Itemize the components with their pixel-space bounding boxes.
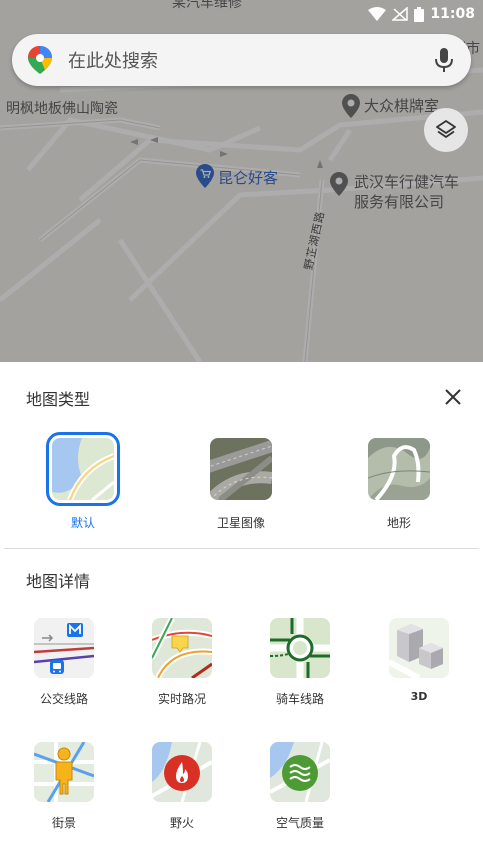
wildfire-icon	[152, 742, 212, 802]
layers-button[interactable]	[424, 108, 468, 152]
map-type-terrain-label: 地形	[386, 516, 411, 530]
detail-transit-label: 公交线路	[39, 692, 88, 706]
detail-wildfire-label: 野火	[169, 816, 194, 830]
signal-off-icon	[392, 7, 409, 21]
3d-buildings-icon	[389, 618, 449, 678]
sheet-divider	[4, 548, 479, 549]
detail-wildfire[interactable]: 野火	[132, 742, 232, 831]
map-type-satellite[interactable]: 卫星图像	[191, 438, 291, 531]
map-type-satellite-label: 卫星图像	[216, 516, 265, 530]
layers-icon	[436, 120, 456, 138]
detail-street-view[interactable]: 街景	[14, 742, 114, 831]
status-bar: 11:08	[368, 4, 475, 24]
detail-air-quality[interactable]: 空气质量	[250, 742, 350, 831]
wifi-icon	[368, 7, 387, 21]
terrain-thumbnail	[368, 438, 430, 500]
map-type-terrain[interactable]: 地形	[349, 438, 449, 531]
detail-3d-label: 3D	[410, 690, 428, 703]
detail-bicycle[interactable]: 骑车线路	[250, 618, 350, 707]
map-details-title: 地图详情	[26, 572, 91, 591]
google-maps-pin-icon	[28, 46, 52, 74]
detail-transit[interactable]: 公交线路	[14, 618, 114, 707]
default-map-thumbnail	[46, 432, 120, 506]
detail-traffic-label: 实时路况	[157, 692, 206, 706]
detail-3d[interactable]: 3D	[369, 618, 469, 703]
map-options-sheet: 地图类型 默认 卫星图像 地形 地图详情 公交线路 实时路况 骑车线路 3D 街…	[0, 362, 483, 860]
transit-icon	[34, 618, 94, 678]
close-button[interactable]	[438, 382, 468, 412]
search-bar[interactable]: 在此处搜索	[12, 34, 471, 86]
search-input[interactable]: 在此处搜索	[68, 47, 433, 73]
close-icon	[445, 389, 461, 405]
detail-bicycle-label: 骑车线路	[275, 692, 324, 706]
bicycle-icon	[270, 618, 330, 678]
mic-icon[interactable]	[433, 47, 455, 73]
status-time: 11:08	[430, 6, 475, 22]
detail-air-quality-label: 空气质量	[275, 816, 324, 830]
traffic-icon	[152, 618, 212, 678]
map-type-default[interactable]: 默认	[33, 432, 133, 531]
street-view-icon	[34, 742, 94, 802]
satellite-thumbnail	[210, 438, 272, 500]
map-type-title: 地图类型	[26, 390, 91, 409]
air-quality-icon	[270, 742, 330, 802]
map-type-default-label: 默认	[70, 516, 95, 530]
battery-icon	[414, 6, 425, 22]
detail-street-view-label: 街景	[51, 816, 76, 830]
detail-traffic[interactable]: 实时路况	[132, 618, 232, 707]
